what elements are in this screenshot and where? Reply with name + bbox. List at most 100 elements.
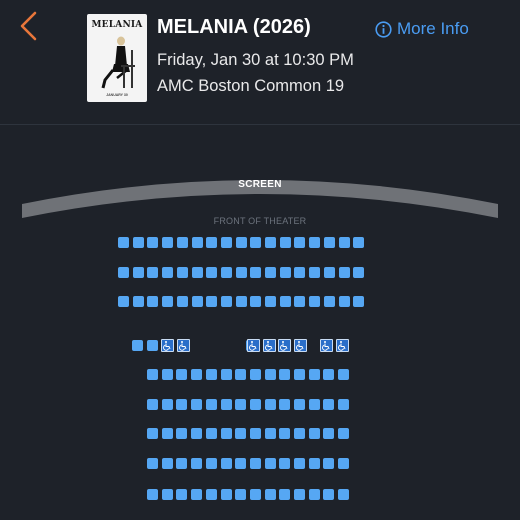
seat[interactable]	[338, 458, 350, 469]
seat[interactable]	[265, 237, 276, 248]
seat[interactable]	[162, 296, 174, 307]
seat[interactable]	[147, 428, 158, 439]
seat[interactable]	[147, 369, 158, 380]
seat[interactable]	[235, 237, 247, 248]
seat[interactable]	[353, 237, 365, 248]
seat[interactable]	[338, 237, 350, 248]
seat[interactable]	[323, 267, 335, 278]
seat[interactable]	[162, 237, 174, 248]
seat[interactable]	[323, 399, 335, 410]
seat[interactable]	[308, 369, 320, 380]
seat[interactable]	[264, 489, 276, 500]
seat[interactable]	[279, 458, 291, 469]
seat[interactable]	[147, 458, 158, 469]
seat[interactable]	[323, 237, 335, 248]
seat[interactable]	[205, 369, 217, 380]
seat[interactable]	[279, 489, 291, 500]
seat[interactable]	[205, 458, 217, 469]
seat[interactable]	[220, 428, 232, 439]
seat[interactable]	[250, 267, 262, 278]
seat[interactable]	[191, 489, 203, 500]
seat[interactable]	[132, 296, 144, 307]
wheelchair-seat[interactable]	[263, 339, 276, 352]
seat[interactable]	[294, 296, 306, 307]
wheelchair-seat[interactable]	[336, 339, 349, 352]
seat[interactable]	[176, 399, 188, 410]
seat[interactable]	[191, 296, 203, 307]
seat[interactable]	[308, 489, 320, 500]
seat[interactable]	[294, 399, 305, 410]
seat[interactable]	[265, 267, 276, 278]
wheelchair-seat[interactable]	[161, 339, 174, 352]
seat[interactable]	[176, 369, 188, 380]
wheelchair-seat[interactable]	[177, 339, 190, 352]
seat[interactable]	[176, 267, 188, 278]
seat[interactable]	[206, 267, 218, 278]
seat[interactable]	[308, 428, 320, 439]
seat[interactable]	[294, 267, 306, 278]
seat[interactable]	[147, 237, 159, 248]
seat[interactable]	[161, 428, 173, 439]
seat[interactable]	[191, 369, 203, 380]
seat[interactable]	[279, 399, 291, 410]
seat[interactable]	[249, 458, 261, 469]
seat[interactable]	[132, 237, 144, 248]
seat[interactable]	[249, 428, 261, 439]
seat[interactable]	[235, 428, 247, 439]
seat[interactable]	[294, 458, 305, 469]
seat[interactable]	[338, 399, 350, 410]
seat[interactable]	[191, 237, 203, 248]
seat[interactable]	[220, 489, 232, 500]
seat[interactable]	[264, 399, 276, 410]
seat[interactable]	[264, 428, 276, 439]
seat[interactable]	[323, 458, 335, 469]
seat[interactable]	[323, 489, 335, 500]
seat[interactable]	[118, 267, 129, 278]
seat[interactable]	[249, 489, 261, 500]
seat[interactable]	[323, 296, 335, 307]
seat[interactable]	[176, 237, 188, 248]
seat[interactable]	[161, 489, 173, 500]
seat[interactable]	[176, 489, 188, 500]
seat[interactable]	[338, 369, 350, 380]
seat[interactable]	[309, 267, 321, 278]
seat[interactable]	[279, 237, 291, 248]
seat[interactable]	[294, 489, 305, 500]
seat[interactable]	[147, 267, 159, 278]
wheelchair-seat[interactable]	[320, 339, 333, 352]
seat[interactable]	[176, 458, 188, 469]
seat[interactable]	[206, 296, 218, 307]
seat[interactable]	[264, 369, 276, 380]
seat[interactable]	[294, 369, 305, 380]
seat[interactable]	[191, 267, 203, 278]
seat[interactable]	[191, 458, 203, 469]
seat[interactable]	[205, 399, 217, 410]
seat[interactable]	[279, 267, 291, 278]
seat[interactable]	[309, 237, 321, 248]
seat[interactable]	[309, 296, 321, 307]
seat[interactable]	[294, 428, 305, 439]
seat[interactable]	[235, 369, 247, 380]
seat[interactable]	[353, 267, 365, 278]
seat[interactable]	[279, 296, 291, 307]
seat[interactable]	[176, 428, 188, 439]
seat[interactable]	[220, 399, 232, 410]
seat[interactable]	[323, 369, 335, 380]
seat[interactable]	[308, 458, 320, 469]
seat[interactable]	[249, 369, 261, 380]
seat[interactable]	[205, 489, 217, 500]
seat[interactable]	[323, 428, 335, 439]
seat[interactable]	[353, 296, 365, 307]
seat[interactable]	[161, 458, 173, 469]
seat[interactable]	[191, 399, 203, 410]
seat[interactable]	[118, 296, 129, 307]
seat[interactable]	[250, 296, 262, 307]
seat[interactable]	[235, 489, 247, 500]
seat[interactable]	[235, 458, 247, 469]
seat[interactable]	[161, 369, 173, 380]
seat[interactable]	[279, 428, 291, 439]
seat[interactable]	[250, 237, 262, 248]
seat[interactable]	[338, 489, 350, 500]
seat[interactable]	[191, 428, 203, 439]
seat[interactable]	[235, 399, 247, 410]
